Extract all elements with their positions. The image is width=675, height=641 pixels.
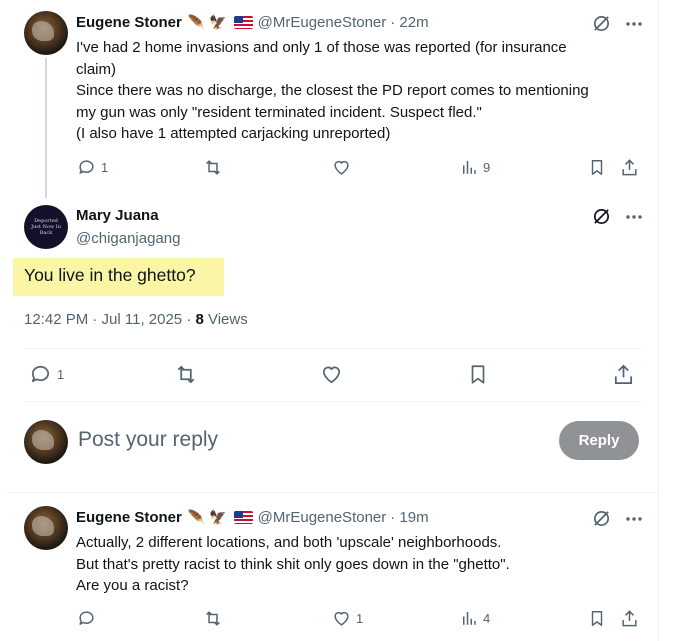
grok-icon[interactable] <box>592 207 611 226</box>
tweet-actions: 1 9 <box>7 158 659 182</box>
avatar[interactable]: Deported Just Now In Back <box>24 205 68 249</box>
reply-count: 1 <box>101 160 109 175</box>
views-count: 4 <box>483 610 491 626</box>
like-count: 1 <box>356 611 364 626</box>
timestamp[interactable]: 12:42 PM · Jul 11, 2025 · <box>24 311 195 328</box>
reply-button[interactable]: 1 <box>77 158 108 177</box>
bookmark-icon <box>591 611 603 626</box>
repost-icon <box>177 365 195 384</box>
views-label: Views <box>203 311 248 328</box>
tweet-text: Actually, 2 different locations, and bot… <box>76 534 510 594</box>
author-name[interactable]: Mary Juana <box>76 207 159 224</box>
share-button[interactable] <box>620 609 639 628</box>
repost-icon <box>206 611 220 626</box>
repost-button[interactable] <box>203 158 223 177</box>
tweet-top-actions <box>592 207 643 226</box>
reply-icon <box>31 365 50 383</box>
tweet-header: Eugene Stoner 🪶 🦅 @MrEugeneStoner · 19m <box>76 509 429 526</box>
us-flag-icon <box>233 16 253 29</box>
views-button[interactable]: 9 <box>460 158 490 176</box>
bookmark-button[interactable] <box>588 609 606 628</box>
tweet-text: You live in the ghetto? <box>24 265 196 285</box>
analytics-icon <box>463 612 476 625</box>
author-name[interactable]: Eugene Stoner <box>76 509 182 526</box>
reply-input[interactable]: Post your reply <box>78 428 218 452</box>
repost-button[interactable] <box>174 363 198 386</box>
avatar <box>24 420 68 464</box>
divider <box>7 492 659 493</box>
tweet-top-actions <box>592 509 643 528</box>
reply-icon <box>79 611 94 625</box>
tweet-header: Mary Juana <box>76 207 159 224</box>
divider <box>24 348 641 349</box>
share-button[interactable] <box>620 158 639 177</box>
divider <box>24 401 641 402</box>
tweet-actions: 1 4 <box>7 609 659 633</box>
tweet-meta: 12:42 PM · Jul 11, 2025 · 8 Views <box>24 311 248 328</box>
grok-icon[interactable] <box>592 14 611 33</box>
reply-button[interactable] <box>77 609 96 628</box>
share-icon <box>622 610 637 627</box>
like-button[interactable]: 1 <box>332 609 363 628</box>
repost-button[interactable] <box>203 609 223 628</box>
tweet-text: I've had 2 home invasions and only 1 of … <box>76 39 589 142</box>
analytics-icon <box>463 161 476 174</box>
bookmark-button[interactable] <box>467 363 489 386</box>
reply-submit-button[interactable]: Reply <box>559 421 639 460</box>
author-name[interactable]: Eugene Stoner <box>76 14 182 31</box>
bookmark-button[interactable] <box>588 158 606 177</box>
more-options-icon[interactable] <box>625 15 643 33</box>
conversation-column: Eugene Stoner 🪶 🦅 @MrEugeneStoner · 22m … <box>7 0 659 641</box>
bookmark-icon <box>471 365 485 384</box>
profile-badges: 🪶 🦅 <box>188 509 253 526</box>
share-icon <box>614 364 633 384</box>
tweet-top-actions <box>592 14 643 33</box>
more-options-icon[interactable] <box>625 510 643 528</box>
avatar[interactable] <box>24 506 68 550</box>
timestamp[interactable]: · 19m <box>390 509 428 526</box>
reply-icon <box>79 160 94 174</box>
tweet-handle-row: @chiganjagang <box>76 230 180 247</box>
views-count: 9 <box>483 159 491 175</box>
like-button[interactable] <box>320 363 343 386</box>
author-handle[interactable]: @MrEugeneStoner <box>258 509 387 526</box>
tweet-header: Eugene Stoner 🪶 🦅 @MrEugeneStoner · 22m <box>76 14 429 31</box>
bookmark-icon <box>591 160 603 175</box>
reply-button[interactable]: 1 <box>29 363 64 386</box>
grok-icon[interactable] <box>592 509 611 528</box>
us-flag-icon <box>233 511 253 524</box>
author-handle[interactable]: @MrEugeneStoner <box>258 14 387 31</box>
heart-icon <box>334 611 349 626</box>
tweet-actions: 1 <box>7 363 659 387</box>
share-icon <box>622 159 637 176</box>
profile-badges: 🪶 🦅 <box>188 14 253 31</box>
author-handle[interactable]: @chiganjagang <box>76 230 180 247</box>
heart-icon <box>334 160 349 175</box>
like-button[interactable] <box>332 158 351 177</box>
more-options-icon[interactable] <box>625 208 643 226</box>
timestamp[interactable]: · 22m <box>390 14 428 31</box>
reply-count: 1 <box>57 367 65 382</box>
views-button[interactable]: 4 <box>460 609 490 627</box>
share-button[interactable] <box>612 363 635 386</box>
views-count: 8 <box>195 311 204 328</box>
avatar[interactable] <box>24 11 68 55</box>
repost-icon <box>206 160 220 175</box>
heart-icon <box>322 366 341 384</box>
